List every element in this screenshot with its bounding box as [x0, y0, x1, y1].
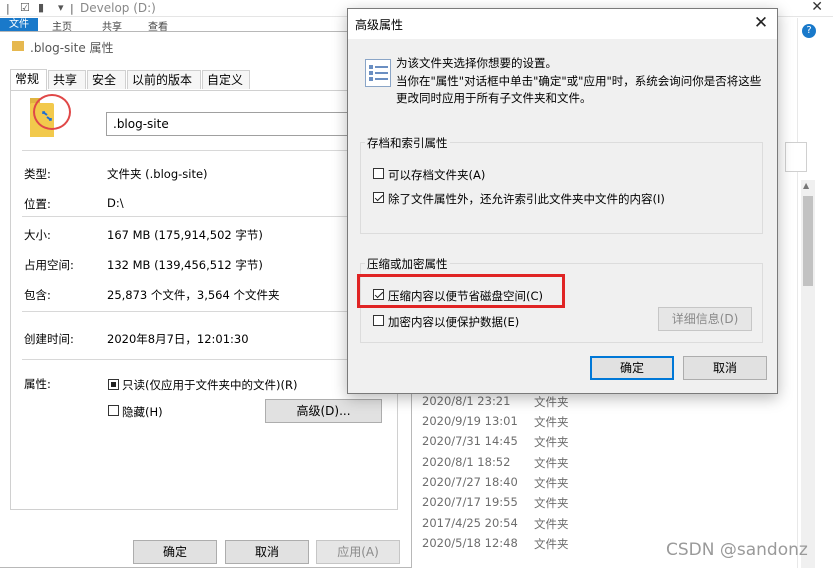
type-value: 文件夹 (.blog-site)	[107, 167, 208, 181]
compress-encrypt-group-title: 压缩或加密属性	[365, 256, 450, 272]
size-label: 大小:	[24, 228, 51, 242]
help-icon[interactable]: ?	[802, 24, 816, 38]
quick-access-divider: |	[6, 2, 10, 15]
file-type: 文件夹	[534, 537, 569, 551]
explorer-window-title: Develop (D:)	[80, 1, 156, 15]
file-date: 2020/9/19 13:01	[422, 414, 518, 428]
encrypt-checkbox[interactable]	[373, 315, 384, 326]
quick-access-checkbox-icon[interactable]: ☑	[20, 1, 30, 14]
ok-button[interactable]: 确定	[133, 540, 217, 564]
advanced-ok-button[interactable]: 确定	[590, 356, 674, 380]
index-label[interactable]: 除了文件属性外，还允许索引此文件夹中文件的内容(I)	[388, 191, 665, 207]
file-type: 文件夹	[534, 517, 569, 531]
quick-access-divider: |	[70, 2, 74, 15]
size-value: 167 MB (175,914,502 字节)	[107, 228, 263, 242]
advanced-title: 高级属性	[355, 18, 404, 32]
file-type: 文件夹	[534, 456, 569, 470]
file-date: 2020/5/18 12:48	[422, 536, 518, 550]
tab-security[interactable]: 安全	[87, 70, 126, 89]
readonly-label[interactable]: 只读(仅应用于文件夹中的文件)(R)	[122, 377, 297, 393]
location-value: D:\	[107, 196, 124, 210]
quick-access-dropdown-icon[interactable]: ▾	[58, 1, 64, 14]
index-checkbox[interactable]	[373, 192, 384, 203]
scroll-up-arrow-icon[interactable]: ▲	[803, 181, 809, 190]
size-on-disk-label: 占用空间:	[24, 258, 74, 272]
size-on-disk-value: 132 MB (139,456,512 字节)	[107, 258, 263, 272]
tab-general[interactable]: 常规	[10, 69, 47, 90]
apply-button[interactable]: 应用(A)	[316, 540, 400, 564]
explorer-search-input[interactable]	[785, 142, 807, 172]
hidden-checkbox[interactable]	[108, 405, 119, 416]
readonly-checkbox[interactable]	[108, 379, 119, 390]
created-label: 创建时间:	[24, 332, 74, 346]
divider	[22, 216, 388, 217]
archive-index-group	[360, 142, 763, 234]
file-date: 2020/7/17 19:55	[422, 495, 518, 509]
hidden-label[interactable]: 隐藏(H)	[122, 404, 163, 420]
location-label: 位置:	[24, 197, 51, 211]
close-icon[interactable]: ✕	[750, 12, 772, 34]
ribbon-tab-file[interactable]: 文件	[0, 18, 38, 32]
tab-customize[interactable]: 自定义	[202, 70, 250, 89]
properties-title: .blog-site 属性	[30, 41, 114, 55]
explorer-close-icon[interactable]: ✕	[811, 0, 823, 15]
advanced-cancel-button[interactable]: 取消	[683, 356, 767, 380]
annotation-circle	[33, 94, 71, 130]
file-type: 文件夹	[534, 415, 569, 429]
file-type: 文件夹	[534, 476, 569, 490]
explorer-scroll-thumb[interactable]	[803, 196, 813, 286]
file-date: 2020/7/27 18:40	[422, 475, 518, 489]
advanced-titlebar[interactable]: 高级属性 ✕	[348, 9, 777, 39]
quick-access-folder-icon[interactable]: ▮	[38, 1, 44, 14]
file-date: 2017/4/25 20:54	[422, 516, 518, 530]
cancel-button[interactable]: 取消	[225, 540, 309, 564]
file-date: 2020/8/1 18:52	[422, 455, 511, 469]
attributes-label: 属性:	[24, 377, 51, 391]
advanced-description: 为该文件夹选择你想要的设置。	[396, 56, 557, 70]
type-label: 类型:	[24, 167, 51, 181]
annotation-highlight-box	[357, 274, 565, 308]
watermark: CSDN @sandonz	[666, 540, 808, 560]
file-type: 文件夹	[534, 435, 569, 449]
folder-title-icon	[12, 41, 24, 51]
archive-checkbox[interactable]	[373, 168, 384, 179]
divider	[22, 150, 388, 151]
contains-value: 25,873 个文件，3,564 个文件夹	[107, 288, 280, 302]
tab-sharing[interactable]: 共享	[48, 70, 86, 89]
file-type: 文件夹	[534, 496, 569, 510]
advanced-button[interactable]: 高级(D)...	[265, 399, 382, 423]
settings-list-icon	[365, 59, 391, 87]
archive-index-group-title: 存档和索引属性	[365, 135, 450, 151]
created-value: 2020年8月7日，12:01:30	[107, 332, 249, 346]
advanced-description-detail: 当你在"属性"对话框中单击"确定"或"应用"时，系统会询问你是否将这些更改同时应…	[396, 74, 762, 105]
archive-label[interactable]: 可以存档文件夹(A)	[388, 167, 485, 183]
advanced-attributes-dialog: 高级属性 ✕ 为该文件夹选择你想要的设置。 当你在"属性"对话框中单击"确定"或…	[347, 8, 778, 394]
details-button[interactable]: 详细信息(D)	[658, 307, 752, 331]
file-date: 2020/8/1 23:21	[422, 394, 511, 408]
encrypt-label[interactable]: 加密内容以便保护数据(E)	[388, 314, 519, 330]
tab-previous-versions[interactable]: 以前的版本	[127, 70, 201, 89]
divider	[22, 359, 388, 360]
divider	[22, 311, 388, 312]
folder-name-input[interactable]	[106, 112, 386, 136]
file-date: 2020/7/31 14:45	[422, 434, 518, 448]
contains-label: 包含:	[24, 288, 51, 302]
file-type: 文件夹	[534, 395, 569, 409]
